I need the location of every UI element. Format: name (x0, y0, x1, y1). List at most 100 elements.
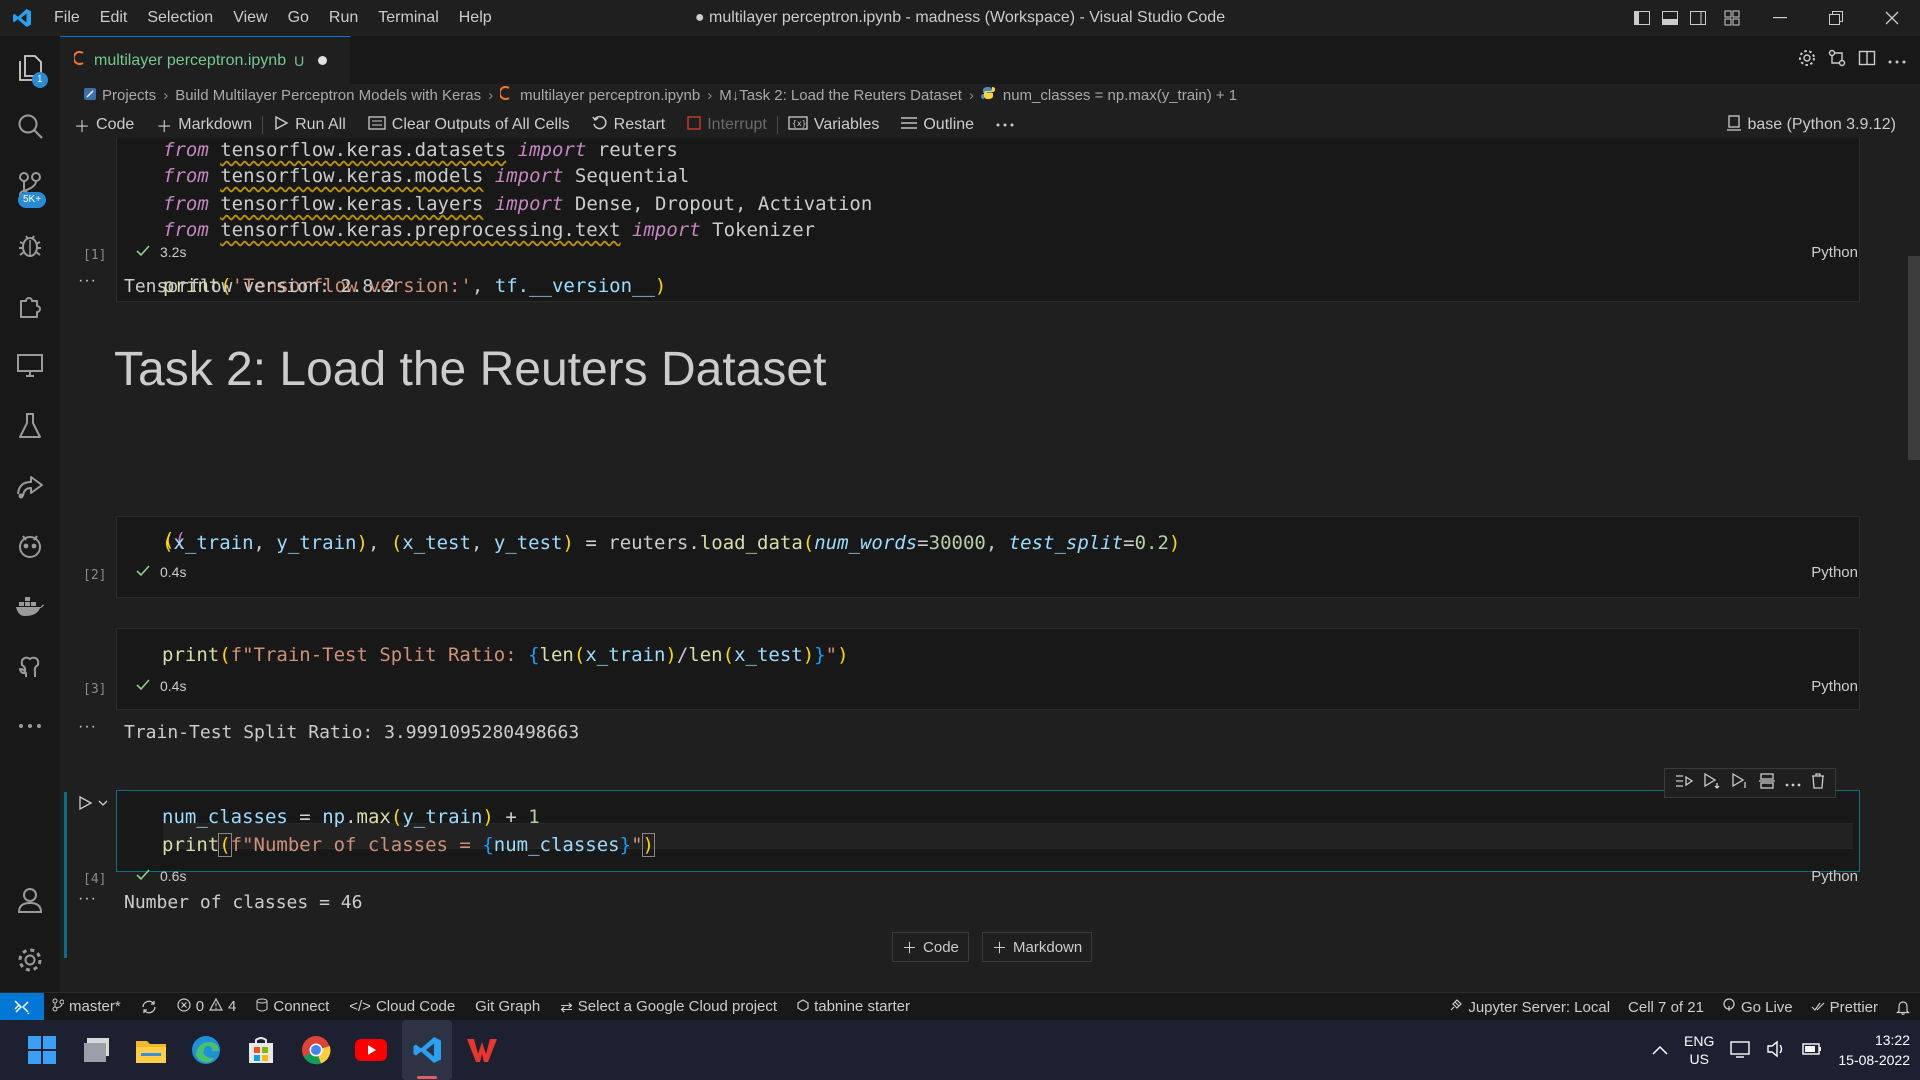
menu-go[interactable]: Go (278, 9, 319, 27)
more-views-icon[interactable] (0, 698, 60, 754)
tabnine-item[interactable]: tabnine starter (797, 998, 910, 1015)
minimize-button[interactable] (1752, 0, 1808, 36)
breadcrumb-projects[interactable]: Projects (102, 87, 156, 104)
menu-terminal[interactable]: Terminal (368, 9, 448, 27)
output-more-icon[interactable]: ··· (78, 718, 97, 736)
menu-file[interactable]: File (44, 9, 90, 27)
tab-notebook[interactable]: multilayer perceptron.ipynb U (60, 36, 350, 84)
scrollbar-thumb[interactable] (1908, 256, 1920, 460)
chrome-icon[interactable] (296, 1030, 336, 1070)
restart-button[interactable]: Restart (592, 115, 665, 136)
task-view-icon[interactable] (77, 1030, 117, 1070)
accounts-icon[interactable] (0, 872, 60, 928)
menu-selection[interactable]: Selection (137, 9, 223, 27)
microsoft-store-icon[interactable] (241, 1030, 281, 1070)
interrupt-button[interactable]: Interrupt (687, 115, 767, 135)
add-code-cell-bottom-button[interactable]: ＋ Code (892, 932, 969, 962)
menu-edit[interactable]: Edit (90, 9, 138, 27)
github-icon[interactable] (0, 638, 60, 694)
execute-and-below-icon[interactable] (1703, 772, 1721, 794)
split-editor-icon[interactable] (1858, 49, 1876, 72)
output-more-icon[interactable]: ··· (78, 272, 97, 290)
chevron-up-icon[interactable] (1652, 1042, 1668, 1058)
battery-icon[interactable] (1802, 1042, 1822, 1059)
cell-language[interactable]: Python (1811, 564, 1858, 581)
more-actions-icon[interactable] (1888, 51, 1906, 69)
code-cell-4[interactable] (116, 790, 1860, 872)
unsaved-dot-icon[interactable] (318, 56, 328, 65)
more-toolbar-icon[interactable] (996, 123, 1014, 127)
cell-language[interactable]: Python (1811, 244, 1858, 261)
git-branch[interactable]: master* (52, 998, 121, 1016)
toggle-primary-sidebar-icon[interactable] (1628, 0, 1656, 36)
file-explorer-icon[interactable] (131, 1030, 171, 1070)
youtube-icon[interactable] (351, 1030, 391, 1070)
restore-button[interactable] (1808, 0, 1864, 36)
search-icon[interactable] (0, 98, 60, 154)
run-debug-icon[interactable] (0, 218, 60, 274)
windows-start-icon[interactable] (22, 1030, 62, 1070)
clear-outputs-button[interactable]: Clear Outputs of All Cells (368, 115, 570, 135)
vscode-taskbar-icon[interactable] (407, 1030, 447, 1070)
notifications-bell-icon[interactable] (1896, 1000, 1910, 1015)
volume-icon[interactable] (1766, 1040, 1786, 1061)
compare-changes-icon[interactable] (1828, 49, 1846, 72)
cell-position-item[interactable]: Cell 7 of 21 (1628, 999, 1704, 1016)
menu-run[interactable]: Run (319, 9, 368, 27)
copilot-icon[interactable] (0, 518, 60, 574)
source-control-icon[interactable]: 5K+ (0, 158, 60, 214)
run-all-button[interactable]: Run All (273, 115, 346, 136)
outline-button[interactable]: Outline (901, 116, 974, 135)
jupyter-server-item[interactable]: Jupyter Server: Local (1449, 998, 1610, 1016)
run-cell-button[interactable] (78, 796, 108, 810)
add-markdown-cell-button[interactable]: ＋ Markdown (156, 113, 252, 137)
breadcrumb-file[interactable]: multilayer perceptron.ipynb (520, 87, 700, 104)
variables-button[interactable]: {x} Variables (788, 115, 879, 135)
clock[interactable]: 13:22 15-08-2022 (1838, 1030, 1910, 1070)
code-cell-3[interactable] (116, 628, 1860, 710)
testing-icon[interactable] (0, 398, 60, 454)
split-cell-icon[interactable] (1759, 772, 1775, 794)
gcp-project-item[interactable]: ⇄ Select a Google Cloud project (560, 998, 777, 1016)
input-language[interactable]: ENG US (1684, 1032, 1714, 1068)
toggle-panel-icon[interactable] (1656, 0, 1684, 36)
customize-layout-icon[interactable] (1718, 0, 1746, 36)
sync-icon[interactable] (141, 1000, 157, 1014)
extensions-icon[interactable] (0, 278, 60, 334)
breadcrumb-symbol[interactable]: num_classes = np.max(y_train) + 1 (1003, 87, 1237, 104)
live-share-icon[interactable] (0, 458, 60, 514)
breadcrumb-heading[interactable]: M↓Task 2: Load the Reuters Dataset (719, 87, 962, 104)
wps-office-icon[interactable] (462, 1030, 502, 1070)
output-more-icon[interactable]: ··· (78, 890, 97, 908)
code-cell-2[interactable]: (( (116, 516, 1860, 598)
delete-cell-icon[interactable] (1811, 772, 1825, 794)
markdown-heading[interactable]: Task 2: Load the Reuters Dataset (114, 342, 826, 397)
cell-more-icon[interactable] (1785, 774, 1801, 792)
cell-language[interactable]: Python (1811, 868, 1858, 885)
manage-gear-icon[interactable] (0, 932, 60, 988)
go-live-item[interactable]: Go Live (1722, 998, 1793, 1016)
add-code-cell-button[interactable]: ＋ Code (74, 113, 134, 137)
close-window-button[interactable] (1864, 0, 1920, 36)
menu-help[interactable]: Help (449, 9, 502, 27)
problems-indicator[interactable]: 0 4 (177, 997, 236, 1016)
remote-indicator-icon[interactable] (0, 992, 44, 1021)
add-markdown-cell-bottom-button[interactable]: ＋ Markdown (982, 932, 1093, 962)
docker-icon[interactable] (0, 578, 60, 634)
kernel-picker[interactable]: base (Python 3.9.12) (1727, 112, 1896, 138)
settings-gear-icon[interactable] (1798, 49, 1816, 72)
connect-item[interactable]: Connect (256, 998, 329, 1016)
git-graph-item[interactable]: Git Graph (475, 998, 540, 1015)
breadcrumb-folder[interactable]: Build Multilayer Perceptron Models with … (175, 87, 481, 104)
prettier-item[interactable]: Prettier (1811, 999, 1878, 1016)
execute-above-icon[interactable] (1675, 773, 1694, 794)
network-icon[interactable] (1730, 1040, 1751, 1061)
cloud-code-item[interactable]: </> Cloud Code (349, 998, 455, 1015)
remote-explorer-icon[interactable] (0, 338, 60, 394)
toggle-secondary-sidebar-icon[interactable] (1684, 0, 1712, 36)
execute-below-icon[interactable] (1731, 772, 1749, 794)
cell-language[interactable]: Python (1811, 678, 1858, 695)
menu-view[interactable]: View (223, 9, 277, 27)
explorer-icon[interactable]: 1 (0, 40, 60, 96)
edge-browser-icon[interactable] (186, 1030, 226, 1070)
